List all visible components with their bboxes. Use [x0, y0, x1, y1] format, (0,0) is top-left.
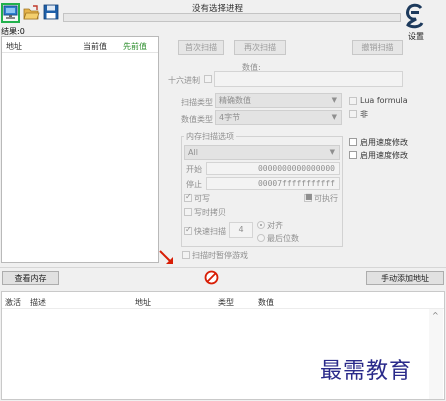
clear-list-button[interactable] — [204, 270, 219, 285]
column-address[interactable]: 地址 — [6, 41, 22, 52]
open-process-button[interactable] — [1, 3, 20, 23]
column-description[interactable]: 描述 — [30, 297, 46, 308]
value-type-value: 4字节 — [219, 113, 241, 122]
next-scan-button[interactable]: 再次扫描 — [234, 40, 286, 55]
process-title: 没有选择进程 — [192, 4, 244, 14]
column-type[interactable]: 类型 — [218, 297, 234, 308]
scan-type-value: 精确数值 — [219, 96, 251, 105]
stop-address-input[interactable]: 00007fffffffffff — [206, 177, 340, 190]
vertical-scrollbar[interactable]: ^ — [429, 309, 443, 399]
floppy-disk-icon — [43, 4, 59, 20]
result-list[interactable]: 地址 当前值 先前值 — [1, 36, 159, 263]
writable-label: 可写 — [194, 194, 210, 203]
column-address[interactable]: 地址 — [135, 297, 151, 308]
value-type-select[interactable]: 4字节 ▼ — [215, 110, 342, 125]
speedhack-checkbox-2[interactable] — [349, 151, 357, 159]
stop-label: 停止 — [186, 180, 202, 189]
add-to-list-arrow-button[interactable] — [158, 249, 176, 267]
speedhack-label-1: 启用速度修改 — [360, 138, 408, 147]
folder-open-icon — [23, 5, 40, 20]
open-file-button[interactable] — [23, 4, 40, 21]
column-previous-value[interactable]: 先前值 — [123, 41, 147, 52]
chevron-down-icon: ▼ — [331, 113, 337, 121]
start-label: 开始 — [186, 165, 202, 174]
last-digits-label: 最后位数 — [267, 234, 299, 243]
start-address-input[interactable]: 0000000000000000 — [206, 162, 340, 175]
process-name-bar — [63, 13, 401, 22]
scan-type-label: 扫描类型 — [181, 98, 213, 107]
copy-on-write-checkbox[interactable] — [184, 208, 192, 216]
lua-formula-checkbox[interactable] — [349, 97, 357, 105]
speedhack-checkbox-1[interactable] — [349, 138, 357, 146]
cheat-engine-logo-icon — [406, 3, 424, 29]
copy-on-write-label: 写时拷贝 — [194, 208, 226, 217]
pause-game-label: 扫描时暂停游戏 — [192, 251, 248, 260]
pause-game-checkbox[interactable] — [182, 251, 190, 259]
memory-region-value: All — [188, 148, 198, 157]
lua-formula-label: Lua formula — [360, 96, 408, 105]
value-input[interactable] — [214, 71, 403, 87]
list-header-divider — [2, 308, 444, 309]
splitter — [0, 267, 446, 268]
column-value[interactable]: 数值 — [258, 297, 274, 308]
memory-region-select[interactable]: All ▼ — [184, 145, 340, 160]
chevron-down-icon: ▼ — [331, 96, 337, 104]
no-entry-icon — [204, 270, 219, 285]
checkmark-icon: ✓ — [185, 225, 192, 234]
not-checkbox[interactable] — [349, 110, 357, 118]
settings-label[interactable]: 设置 — [408, 31, 424, 42]
watermark: 最需教育 — [320, 359, 413, 384]
scan-type-select[interactable]: 精确数值 ▼ — [215, 93, 342, 108]
add-address-manually-button[interactable]: 手动添加地址 — [366, 271, 444, 285]
executable-label: 可执行 — [314, 194, 338, 203]
cheat-engine-logo-button[interactable] — [405, 3, 425, 29]
not-label: 非 — [360, 110, 368, 119]
column-active[interactable]: 激活 — [5, 297, 21, 308]
hex-checkbox[interactable] — [204, 75, 212, 83]
alignment-radio[interactable] — [257, 221, 265, 229]
fast-scan-label: 快速扫描 — [194, 227, 226, 236]
alignment-label: 对齐 — [267, 221, 283, 230]
view-memory-button[interactable]: 查看内存 — [2, 271, 59, 285]
undo-scan-button[interactable]: 撤销扫描 — [352, 40, 403, 55]
column-current-value[interactable]: 当前值 — [83, 41, 107, 52]
column-header-divider — [2, 52, 158, 53]
last-digits-radio[interactable] — [257, 234, 265, 242]
partial-check-icon: ■ — [305, 192, 313, 201]
value-type-label: 数值类型 — [181, 115, 213, 124]
speedhack-label-2: 启用速度修改 — [360, 151, 408, 160]
checkmark-icon: ✓ — [185, 192, 192, 201]
save-button[interactable] — [43, 4, 59, 21]
arrow-down-right-icon — [159, 250, 173, 264]
fast-scan-input[interactable]: 4 — [229, 222, 253, 238]
first-scan-button[interactable]: 首次扫描 — [178, 40, 224, 55]
chevron-down-icon: ▼ — [329, 148, 335, 156]
hex-label: 十六进制 — [168, 76, 200, 85]
memory-scan-options-label: 内存扫描选项 — [184, 131, 236, 142]
computer-icon — [3, 5, 18, 19]
scroll-up-icon[interactable]: ^ — [432, 311, 439, 320]
